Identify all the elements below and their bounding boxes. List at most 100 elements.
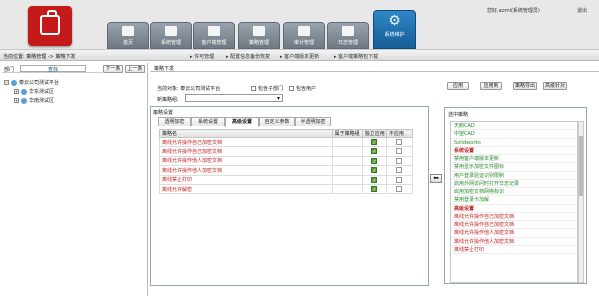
- quick-download[interactable]: 客户端策略包下载: [334, 53, 378, 60]
- quick-update[interactable]: 客户端版本更新: [280, 53, 319, 60]
- not-apply-checkbox[interactable]: [396, 185, 403, 192]
- policy-grid: 策略名 属于策略组 独立应用 不应用 离线允许操作自己加密文档 离线允许操作自己…: [159, 129, 414, 195]
- move-left-button[interactable]: ⬅: [430, 174, 442, 183]
- nav-maintenance[interactable]: ⚙ 系统维护: [373, 10, 416, 49]
- list-item[interactable]: 离线禁止打印: [451, 246, 577, 254]
- breadcrumb: 当前位置: 策略管理 -> 策略下发: [3, 54, 76, 60]
- list-item[interactable]: 禁用客户端版本更新: [451, 155, 577, 164]
- tab-advanced-settings[interactable]: 高级设置: [225, 117, 259, 127]
- tab-semitransparent-encryption[interactable]: 半透明加密: [295, 117, 331, 126]
- nav-system[interactable]: 系统管理: [150, 22, 192, 49]
- strategy-group-select[interactable]: [185, 94, 283, 102]
- independent-checkbox[interactable]: [371, 138, 378, 145]
- next-result-button[interactable]: 下一条: [103, 65, 123, 73]
- home-icon: [122, 26, 134, 36]
- monitor-icon: [165, 26, 177, 36]
- col-group[interactable]: 属于策略组: [331, 129, 363, 138]
- include-subdept-checkbox[interactable]: [251, 86, 256, 91]
- tree-node-south[interactable]: + 华南测试区: [14, 97, 54, 104]
- list-item[interactable]: 天鹅CAD: [451, 122, 577, 131]
- list-item[interactable]: 用户登录验证识别限制: [451, 172, 577, 180]
- department-panel: 部门 查找 下一条 上一条 − 泰云公司测试平台 + 华东测试区 + 华南测试区: [0, 63, 148, 296]
- prev-result-button[interactable]: 上一条: [125, 65, 145, 73]
- policy-settings-title: 策略设置: [153, 110, 174, 116]
- col-independent[interactable]: 独立应用: [361, 129, 387, 138]
- table-row[interactable]: 离线允许解密: [159, 183, 414, 195]
- not-apply-checkbox[interactable]: [396, 148, 403, 155]
- quick-license[interactable]: 许可管理: [190, 53, 214, 60]
- arrow-left-icon: ⬅: [433, 174, 439, 182]
- not-apply-checkbox[interactable]: [396, 138, 403, 145]
- dept-find-link[interactable]: 查找: [48, 66, 58, 73]
- scrollbar[interactable]: [578, 121, 584, 283]
- list-item[interactable]: 禁用显示加密文件图标: [451, 163, 577, 172]
- nav-audit[interactable]: 审计管理: [283, 22, 325, 49]
- list-item[interactable]: 离线允许操作他人加密文档: [451, 238, 577, 246]
- list-item[interactable]: 高级设置: [451, 205, 577, 213]
- independent-checkbox[interactable]: [371, 148, 378, 155]
- export-policy-button[interactable]: 策略导出: [513, 82, 537, 90]
- gears-icon: ⚙: [388, 13, 401, 29]
- table-row[interactable]: 离线允许操作自己加密文档: [159, 136, 414, 148]
- col-policy-name[interactable]: 策略名: [159, 129, 333, 138]
- monitor-icon: [298, 26, 310, 36]
- independent-checkbox[interactable]: [371, 176, 378, 183]
- tab-system-settings[interactable]: 系统设置: [191, 117, 225, 126]
- briefcase-logo: [28, 6, 72, 46]
- content-tabbar: 策略下发: [150, 63, 599, 72]
- globe-icon: [21, 97, 27, 104]
- clipboard-icon: [253, 26, 265, 36]
- table-row[interactable]: 离线允许操作他人加密文档: [159, 155, 414, 167]
- nav-log[interactable]: 日志管理: [327, 22, 369, 49]
- quick-backup[interactable]: 配置信息备份恢复: [226, 53, 270, 60]
- not-apply-checkbox[interactable]: [396, 176, 403, 183]
- globe-icon: [11, 79, 17, 86]
- tab-transparent-encryption[interactable]: 透明加密: [158, 117, 191, 126]
- header: 首页 系统管理 客户端管理 策略管理 审计管理 日志管理 ⚙ 系统维护 您好,ao…: [0, 0, 599, 50]
- table-row[interactable]: 离线禁止打印: [159, 174, 414, 185]
- not-apply-checkbox[interactable]: [396, 157, 403, 164]
- apply-button[interactable]: 应用: [447, 82, 469, 90]
- table-row[interactable]: 离线允许操作自己加密文档: [159, 146, 414, 157]
- monitor-icon: [208, 26, 220, 36]
- advanced-target-button[interactable]: 高级针对: [543, 82, 567, 90]
- independent-checkbox[interactable]: [371, 185, 378, 192]
- tree-root[interactable]: − 泰云公司测试平台: [4, 79, 59, 86]
- tab-custom-params[interactable]: 自定义参数: [259, 117, 295, 126]
- table-row[interactable]: 离线允许操作他人加密文档: [159, 165, 414, 176]
- nav-policy[interactable]: 策略管理: [238, 22, 280, 49]
- independent-checkbox[interactable]: [371, 157, 378, 164]
- tab-policy-dispatch[interactable]: 策略下发: [154, 65, 174, 72]
- list-item[interactable]: 离线允许操作自己加密文档: [451, 221, 577, 230]
- list-item[interactable]: Solidworks: [451, 139, 577, 147]
- list-item[interactable]: 禁用登录卡加解: [451, 196, 577, 205]
- apply-to-button[interactable]: 应用到: [480, 82, 502, 90]
- not-apply-checkbox[interactable]: [396, 167, 403, 174]
- breadcrumb-bar: 当前位置: 策略管理 -> 策略下发 许可管理 配置信息备份恢复 客户端版本更新…: [0, 50, 599, 61]
- strategy-group-label: 新策略组:: [157, 97, 179, 103]
- include-user-checkbox[interactable]: [289, 86, 294, 91]
- nav-home[interactable]: 首页: [107, 22, 149, 49]
- include-subdept-option[interactable]: 包含子部门: [251, 85, 283, 92]
- selected-policy-list[interactable]: 天鹅CAD 中望CAD Solidworks 系统设置 禁用客户端版本更新 禁用显示加密文…: [450, 121, 578, 283]
- dept-search-bar: 部门 查找: [2, 63, 102, 73]
- collapse-icon[interactable]: −: [4, 80, 9, 85]
- dept-title: 部门: [4, 67, 15, 73]
- tree-node-east[interactable]: + 华东测试区: [14, 88, 54, 95]
- list-item[interactable]: 中望CAD: [451, 130, 577, 139]
- list-item[interactable]: 系统设置: [451, 147, 577, 155]
- expand-icon[interactable]: +: [14, 98, 19, 103]
- include-user-option[interactable]: 包含用户: [289, 85, 316, 92]
- expand-icon[interactable]: +: [14, 89, 19, 94]
- logout-link[interactable]: 退出: [577, 7, 587, 14]
- col-not-apply[interactable]: 不应用: [385, 129, 414, 138]
- independent-checkbox[interactable]: [371, 167, 378, 174]
- list-item[interactable]: 启用加密文档网络标识: [451, 188, 577, 197]
- list-item[interactable]: 启用外网访问时打开日志记录: [451, 180, 577, 188]
- nav-client[interactable]: 客户端管理: [193, 22, 235, 49]
- list-item[interactable]: 离线允许操作他人加密文档: [451, 229, 577, 238]
- selected-policy-title: 选中策略: [448, 112, 469, 118]
- current-target: 当前对象: 泰云公司测试平台: [157, 86, 221, 92]
- list-item[interactable]: 离线允许操作自己加密文档: [451, 213, 577, 221]
- scroll-thumb[interactable]: [579, 136, 583, 196]
